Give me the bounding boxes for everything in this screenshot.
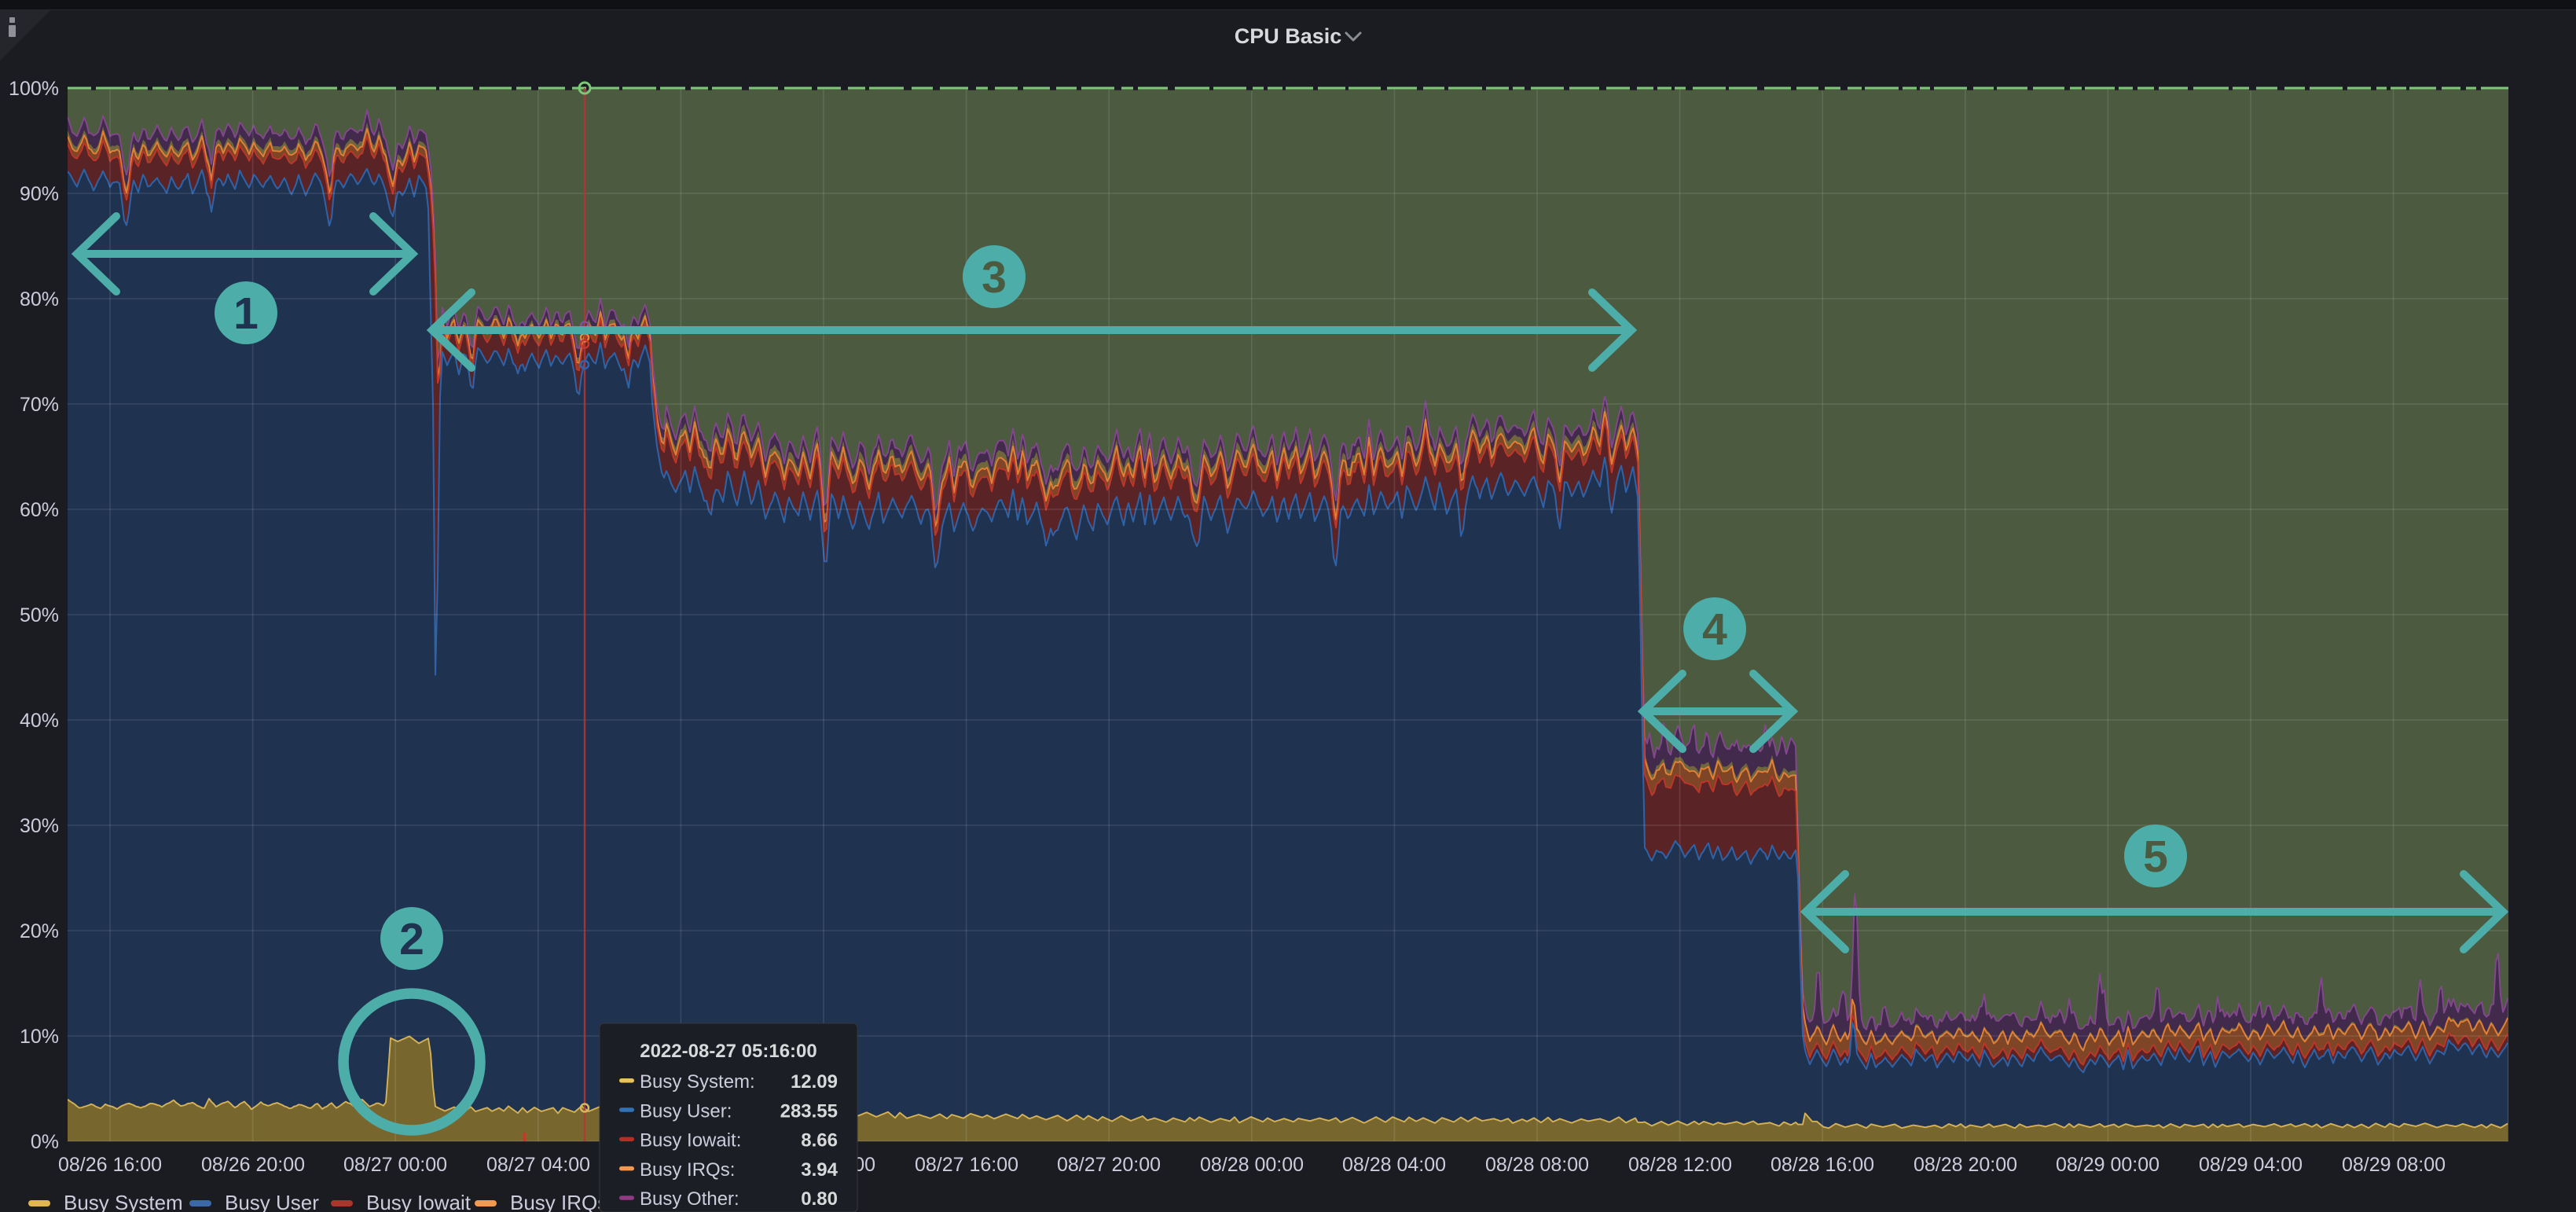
svg-text:100%: 100%	[9, 78, 59, 100]
svg-text:0%: 0%	[31, 1131, 59, 1153]
svg-text:08/27 16:00: 08/27 16:00	[915, 1154, 1018, 1176]
svg-text:Busy User:: Busy User:	[640, 1100, 732, 1122]
svg-text:2022-08-27 05:16:00: 2022-08-27 05:16:00	[640, 1041, 817, 1062]
svg-text:Busy IRQs:: Busy IRQs:	[640, 1159, 735, 1181]
svg-text:90%: 90%	[20, 183, 59, 205]
svg-text:60%: 60%	[20, 499, 59, 521]
svg-text:CPU Basic: CPU Basic	[1235, 24, 1342, 48]
svg-text:283.55: 283.55	[780, 1100, 838, 1122]
svg-text:Busy Iowait:: Busy Iowait:	[640, 1130, 741, 1151]
svg-text:3: 3	[982, 252, 1007, 303]
svg-text:08/28 12:00: 08/28 12:00	[1628, 1154, 1732, 1176]
svg-text:08/28 08:00: 08/28 08:00	[1485, 1154, 1589, 1176]
svg-text:08/29 08:00: 08/29 08:00	[2342, 1154, 2446, 1176]
svg-text:Busy User: Busy User	[225, 1191, 319, 1212]
svg-text:10%: 10%	[20, 1026, 59, 1048]
svg-text:08/28 16:00: 08/28 16:00	[1771, 1154, 1874, 1176]
svg-text:8.66: 8.66	[801, 1130, 838, 1151]
svg-text:1: 1	[233, 288, 259, 339]
svg-text:Busy IRQs: Busy IRQs	[510, 1191, 607, 1212]
svg-text:12.09: 12.09	[791, 1071, 838, 1093]
svg-text:80%: 80%	[20, 288, 59, 310]
svg-text:70%: 70%	[20, 394, 59, 416]
svg-text:Busy System:: Busy System:	[640, 1071, 755, 1093]
svg-text:08/27 20:00: 08/27 20:00	[1057, 1154, 1161, 1176]
svg-text:20%: 20%	[20, 920, 59, 942]
svg-text:Busy Other:: Busy Other:	[640, 1188, 739, 1210]
svg-text:5: 5	[2143, 832, 2168, 882]
svg-text:50%: 50%	[20, 604, 59, 626]
svg-text:08/29 04:00: 08/29 04:00	[2199, 1154, 2303, 1176]
svg-text:Busy System: Busy System	[64, 1191, 183, 1212]
svg-text:0.80: 0.80	[801, 1188, 838, 1210]
svg-text:08/28 20:00: 08/28 20:00	[1914, 1154, 2017, 1176]
svg-text:40%: 40%	[20, 710, 59, 732]
svg-text:08/28 00:00: 08/28 00:00	[1200, 1154, 1304, 1176]
svg-text:3.94: 3.94	[801, 1159, 838, 1181]
svg-text:08/27 00:00: 08/27 00:00	[343, 1154, 447, 1176]
svg-text:08/26 16:00: 08/26 16:00	[58, 1154, 162, 1176]
svg-text:08/29 00:00: 08/29 00:00	[2056, 1154, 2160, 1176]
svg-text:08/26 20:00: 08/26 20:00	[201, 1154, 305, 1176]
svg-text:30%: 30%	[20, 815, 59, 837]
svg-text:Busy Iowait: Busy Iowait	[366, 1191, 472, 1212]
svg-text:4: 4	[1702, 604, 1727, 655]
svg-text:08/27 04:00: 08/27 04:00	[486, 1154, 590, 1176]
svg-text:08/28 04:00: 08/28 04:00	[1342, 1154, 1446, 1176]
svg-text:2: 2	[399, 914, 424, 964]
